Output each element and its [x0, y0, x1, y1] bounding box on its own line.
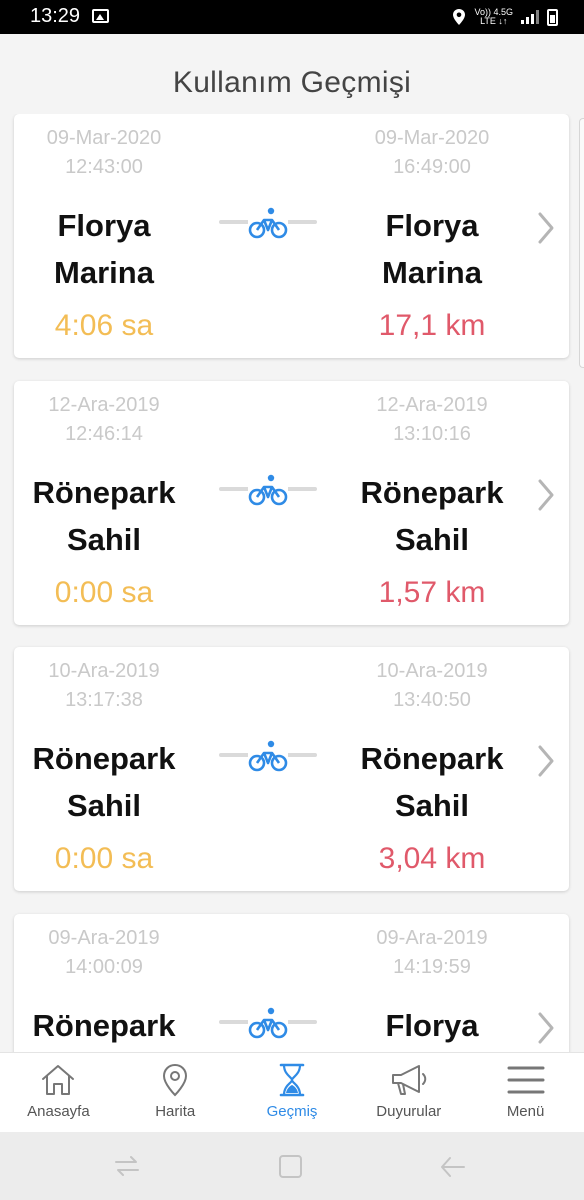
start-station: Rönepark Sahil: [14, 735, 194, 829]
trip-end-column: 10-Ara-2019 13:40:50 Rönepark Sahil: [342, 657, 522, 829]
nav-label-duyurular: Duyurular: [376, 1103, 442, 1120]
trip-card[interactable]: 12-Ara-2019 12:46:14 Rönepark Sahil 12-A…: [14, 381, 569, 625]
start-station-line1: Florya: [57, 208, 151, 243]
nav-item-gecmis[interactable]: Geçmiş: [234, 1053, 351, 1133]
nav-item-anasayfa[interactable]: Anasayfa: [0, 1053, 117, 1133]
start-date: 12-Ara-2019: [48, 394, 160, 416]
hourglass-icon: [279, 1063, 305, 1097]
start-station-line1: Rönepark: [32, 475, 176, 510]
end-station-line1: Florya: [385, 208, 479, 243]
trip-start-column: 12-Ara-2019 12:46:14 Rönepark Sahil: [14, 391, 194, 563]
trip-end-column: 09-Mar-2020 16:49:00 Florya Marina: [342, 124, 522, 296]
start-date: 10-Ara-2019: [48, 660, 160, 682]
network-type-bottom: LTE ↓↑: [480, 16, 508, 26]
nav-label-menu: Menü: [506, 1103, 545, 1120]
home-button-icon[interactable]: [278, 1154, 304, 1180]
recent-apps-icon[interactable]: [112, 1154, 142, 1178]
nav-label-harita: Harita: [155, 1103, 196, 1120]
end-station-line1: Rönepark: [360, 475, 504, 510]
start-station-line2: Sahil: [66, 788, 142, 823]
trip-card[interactable]: 10-Ara-2019 13:17:38 Rönepark Sahil 10-A…: [14, 647, 569, 891]
end-time: 16:49:00: [393, 156, 471, 178]
bicycle-icon: [248, 206, 288, 240]
end-time: 14:19:59: [393, 956, 471, 978]
start-time: 12:46:14: [65, 423, 143, 445]
trip-history-list[interactable]: 09-Mar-2020 12:43:00 Florya Marina 09-Ma…: [0, 114, 584, 1052]
end-station: Florya Marina: [342, 202, 522, 296]
end-station-line1: Rönepark: [360, 741, 504, 776]
battery-icon: [547, 8, 558, 26]
trip-start-column: 10-Ara-2019 13:17:38 Rönepark Sahil: [14, 657, 194, 829]
end-time: 13:40:50: [393, 689, 471, 711]
bicycle-icon: [248, 739, 288, 773]
end-station: Rönepark Sahil: [342, 735, 522, 829]
map-pin-icon: [163, 1063, 188, 1097]
start-date: 09-Ara-2019: [48, 927, 160, 949]
chevron-right-icon[interactable]: [534, 477, 558, 513]
status-time: 13:29: [30, 5, 81, 27]
trip-distance: 17,1 km: [378, 309, 486, 342]
end-station-line2: Sahil: [394, 788, 470, 823]
end-time: 13:10:16: [393, 423, 471, 445]
trip-card[interactable]: 09-Ara-2019 14:00:09 Rönepark 09-Ara-201…: [14, 914, 569, 1052]
status-indicators: Vo)) 4.5G LTE ↓↑: [452, 6, 558, 28]
hamburger-menu-icon: [507, 1066, 545, 1094]
bicycle-icon: [248, 473, 288, 507]
nav-item-duyurular[interactable]: Duyurular: [350, 1053, 467, 1133]
end-date: 10-Ara-2019: [376, 660, 488, 682]
trip-end-column: 09-Ara-2019 14:19:59 Florya: [342, 924, 522, 1049]
start-station-line1: Rönepark: [32, 1008, 176, 1043]
chevron-right-icon[interactable]: [534, 743, 558, 779]
start-time: 14:00:09: [65, 956, 143, 978]
nav-label-anasayfa: Anasayfa: [27, 1103, 90, 1120]
status-bar: 13:29 Vo)) 4.5G LTE ↓↑: [0, 0, 584, 34]
end-station: Florya: [342, 1002, 522, 1049]
start-station-line2: Sahil: [66, 522, 142, 557]
trip-duration: 0:00 sa: [54, 842, 154, 875]
start-time: 13:17:38: [65, 689, 143, 711]
bottom-navigation: Anasayfa Harita Geçmiş Duyurular Menü: [0, 1052, 584, 1132]
trip-duration: 0:00 sa: [54, 576, 154, 609]
start-date: 09-Mar-2020: [46, 127, 162, 149]
signal-icon: [521, 10, 539, 24]
chevron-right-icon[interactable]: [534, 1010, 558, 1046]
trip-start-column: 09-Mar-2020 12:43:00 Florya Marina: [14, 124, 194, 296]
end-station: Rönepark Sahil: [342, 469, 522, 563]
gallery-notification-icon: [92, 9, 109, 23]
nav-label-gecmis: Geçmiş: [266, 1103, 318, 1120]
start-station-line2: Marina: [54, 255, 154, 290]
end-station-line2: Sahil: [394, 522, 470, 557]
start-time: 12:43:00: [65, 156, 143, 178]
end-station-line1: Florya: [385, 1008, 479, 1043]
trip-distance: 1,57 km: [378, 576, 486, 609]
megaphone-icon: [391, 1065, 427, 1095]
trip-card[interactable]: 09-Mar-2020 12:43:00 Florya Marina 09-Ma…: [14, 114, 569, 358]
network-indicator: Vo)) 4.5G LTE ↓↑: [474, 8, 513, 26]
scrollbar[interactable]: [579, 118, 584, 368]
system-navigation-bar: [0, 1132, 584, 1200]
nav-item-harita[interactable]: Harita: [117, 1053, 234, 1133]
home-icon: [42, 1065, 75, 1095]
back-icon[interactable]: [438, 1154, 468, 1180]
trip-duration: 4:06 sa: [54, 309, 154, 342]
end-date: 09-Mar-2020: [374, 127, 490, 149]
end-station-line2: Marina: [382, 255, 482, 290]
chevron-right-icon[interactable]: [534, 210, 558, 246]
nav-item-menu[interactable]: Menü: [467, 1053, 584, 1133]
end-date: 09-Ara-2019: [376, 927, 488, 949]
trip-start-column: 09-Ara-2019 14:00:09 Rönepark: [14, 924, 194, 1049]
trip-end-column: 12-Ara-2019 13:10:16 Rönepark Sahil: [342, 391, 522, 563]
start-station: Rönepark Sahil: [14, 469, 194, 563]
start-station-line1: Rönepark: [32, 741, 176, 776]
end-date: 12-Ara-2019: [376, 394, 488, 416]
bicycle-icon: [248, 1006, 288, 1040]
start-station: Florya Marina: [14, 202, 194, 296]
start-station: Rönepark: [14, 1002, 194, 1049]
location-icon: [453, 9, 466, 25]
trip-distance: 3,04 km: [378, 842, 486, 875]
page-title: Kullanım Geçmişi: [172, 66, 412, 99]
